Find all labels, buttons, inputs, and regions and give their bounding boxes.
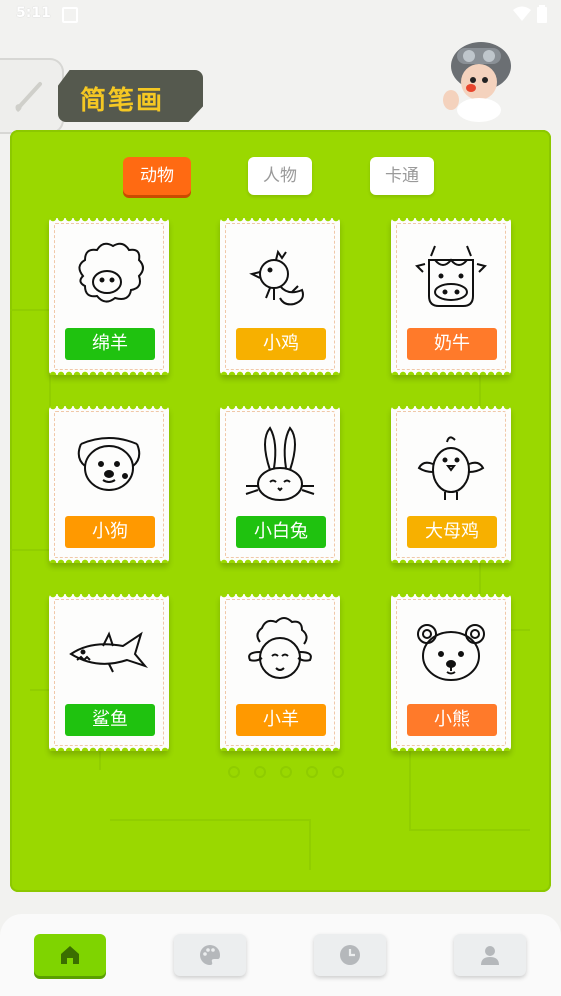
nav-home-button[interactable] <box>34 934 106 976</box>
card-hen[interactable]: 大母鸡 <box>391 406 511 563</box>
tab-cartoon[interactable]: 卡通 <box>370 157 434 195</box>
profile-icon <box>481 946 499 965</box>
card-chick[interactable]: 小鸡 <box>220 218 340 375</box>
card-cow-label: 奶牛 <box>407 328 497 360</box>
bear-drawing-icon <box>417 624 485 681</box>
card-dog-label: 小狗 <box>65 516 155 548</box>
palette-icon <box>200 945 220 965</box>
brush-icon <box>15 82 42 112</box>
status-time: 5:11 <box>16 5 51 21</box>
status-bar: 5:11 <box>0 0 561 28</box>
notification-icon <box>62 7 78 23</box>
card-sheep-label: 绵羊 <box>65 328 155 360</box>
card-dog[interactable]: 小狗 <box>49 406 169 563</box>
card-sheep[interactable]: 绵羊 <box>49 218 169 375</box>
lamb-drawing-icon <box>248 617 312 679</box>
nav-palette-button[interactable] <box>174 934 246 976</box>
dog-drawing-icon <box>77 437 141 491</box>
battery-icon <box>537 5 547 23</box>
card-chick-label: 小鸡 <box>236 328 326 360</box>
brush-button[interactable] <box>0 58 64 134</box>
card-lamb[interactable]: 小羊 <box>220 594 340 751</box>
card-shark-label: 鲨鱼 <box>65 704 155 736</box>
sheep-drawing-icon <box>78 242 144 303</box>
nav-profile-button[interactable] <box>454 934 526 976</box>
card-rabbit[interactable]: 小白兔 <box>220 406 340 563</box>
card-lamb-label: 小羊 <box>236 704 326 736</box>
clock-icon <box>340 945 360 965</box>
page-title: 简笔画 <box>80 86 165 116</box>
cow-drawing-icon <box>415 245 487 307</box>
card-cow[interactable]: 奶牛 <box>391 218 511 375</box>
card-hen-label: 大母鸡 <box>407 516 497 548</box>
nav-history-button[interactable] <box>314 934 386 976</box>
pilot-mascot-icon <box>443 42 511 122</box>
home-icon <box>61 946 79 964</box>
hen-drawing-icon <box>417 436 485 500</box>
card-bear[interactable]: 小熊 <box>391 594 511 751</box>
card-rabbit-label: 小白兔 <box>236 516 326 548</box>
chick-drawing-icon <box>249 249 304 306</box>
card-bear-label: 小熊 <box>407 704 497 736</box>
tab-people[interactable]: 人物 <box>248 157 312 195</box>
wifi-icon <box>513 6 531 21</box>
card-shark[interactable]: 鲨鱼 <box>49 594 169 751</box>
bottom-navigation <box>0 914 561 996</box>
page-title-tag: 简笔画 <box>58 70 203 122</box>
shark-drawing-icon <box>69 631 149 673</box>
rabbit-drawing-icon <box>245 426 315 501</box>
tab-animals[interactable]: 动物 <box>123 157 191 195</box>
